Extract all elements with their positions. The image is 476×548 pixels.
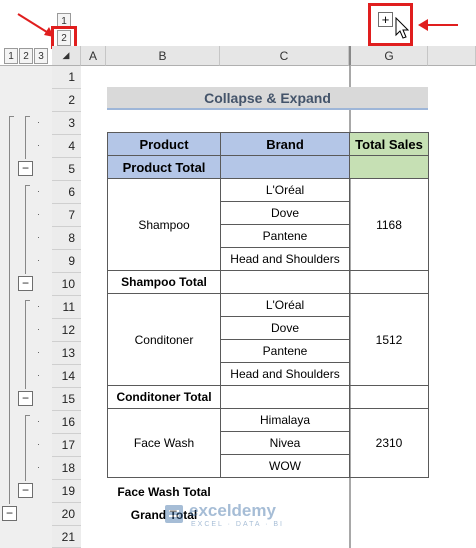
brand-cell[interactable]: Pantene [220,224,350,248]
col-outline-level-2-button[interactable]: 2 [19,48,33,64]
product-total-label[interactable]: Product Total [107,155,221,179]
exceldemy-logo-icon [165,505,183,523]
group-total-brand-cell[interactable] [220,270,350,294]
face-wash-total-label[interactable]: Face Wash Total [107,480,221,503]
brand-cell[interactable]: Dove [220,316,350,340]
collapse-minus-button[interactable]: − [18,483,33,498]
brand-cell[interactable]: L'Oréal [220,293,350,317]
group-total-label[interactable]: Conditoner Total [107,385,221,409]
select-all-corner[interactable]: ◢ [52,46,81,66]
row-header[interactable]: 10 [52,273,81,296]
sales-cell[interactable]: 2310 [349,408,429,478]
group-total-brand-cell[interactable] [220,385,350,409]
col-outline-level-1-button[interactable]: 1 [4,48,18,64]
row-header[interactable]: 11 [52,296,81,319]
mouse-cursor-icon [395,17,410,39]
column-header-b[interactable]: B [106,46,220,66]
collapse-minus-button[interactable]: − [18,276,33,291]
sales-cell[interactable]: 1168 [349,178,429,271]
brand-cell[interactable]: Head and Shoulders [220,247,350,271]
brand-cell[interactable]: WOW [220,454,350,478]
sheet-title: Collapse & Expand [107,87,428,110]
collapse-minus-button[interactable]: − [2,506,17,521]
row-header[interactable]: 18 [52,457,81,480]
product-cell[interactable]: Face Wash [107,408,221,478]
row-header[interactable]: 6 [52,181,81,204]
row-header[interactable]: 8 [52,227,81,250]
product-cell[interactable]: Conditoner [107,293,221,386]
product-total-sales-cell[interactable] [349,155,429,179]
product-cell[interactable]: Shampoo [107,178,221,271]
row-header[interactable]: 7 [52,204,81,227]
row-header[interactable]: 5 [52,158,81,181]
row-header[interactable]: 12 [52,319,81,342]
column-header-a[interactable]: A [81,46,106,66]
brand-cell[interactable]: Himalaya [220,408,350,432]
sales-cell[interactable]: 1512 [349,293,429,386]
collapse-minus-button[interactable]: − [18,161,33,176]
row-header[interactable]: 21 [52,526,81,548]
row-header[interactable]: 9 [52,250,81,273]
header-total-sales[interactable]: Total Sales [349,132,429,156]
column-expand-plus-button[interactable]: + [378,12,393,27]
brand-cell[interactable]: Nivea [220,431,350,455]
row-header[interactable]: 4 [52,135,81,158]
brand-cell[interactable]: Head and Shoulders [220,362,350,386]
group-total-label[interactable]: Shampoo Total [107,270,221,294]
row-header[interactable]: 17 [52,434,81,457]
row-header[interactable]: 16 [52,411,81,434]
row-header[interactable]: 19 [52,480,81,503]
row-header[interactable]: 15 [52,388,81,411]
watermark-tagline: EXCEL · DATA · BI [191,521,284,528]
row-header[interactable]: 13 [52,342,81,365]
row-header[interactable]: 20 [52,503,81,526]
arrow-to-expand-icon [418,19,458,31]
header-product[interactable]: Product [107,132,221,156]
row-header[interactable]: 14 [52,365,81,388]
brand-cell[interactable]: Pantene [220,339,350,363]
col-outline-level-3-button[interactable]: 3 [34,48,48,64]
brand-cell[interactable]: Dove [220,201,350,225]
row-header[interactable]: 3 [52,112,81,135]
group-total-sales-cell[interactable] [349,385,429,409]
collapse-minus-button[interactable]: − [18,391,33,406]
column-header-blank[interactable] [428,46,476,66]
row-header[interactable]: 2 [52,89,81,112]
excel-window: { "outline": { "row_level_buttons": ["1"… [0,0,476,548]
exceldemy-watermark: exceldemy EXCEL · DATA · BI [163,501,313,531]
arrow-to-level-2-icon [17,13,54,37]
group-total-sales-cell[interactable] [349,270,429,294]
row-header[interactable]: 1 [52,66,81,89]
header-brand[interactable]: Brand [220,132,350,156]
product-total-brand-cell[interactable] [220,155,350,179]
watermark-brand: exceldemy [189,501,276,520]
column-header-g[interactable]: G [349,46,428,66]
column-header-c[interactable]: C [220,46,349,66]
brand-cell[interactable]: L'Oréal [220,178,350,202]
